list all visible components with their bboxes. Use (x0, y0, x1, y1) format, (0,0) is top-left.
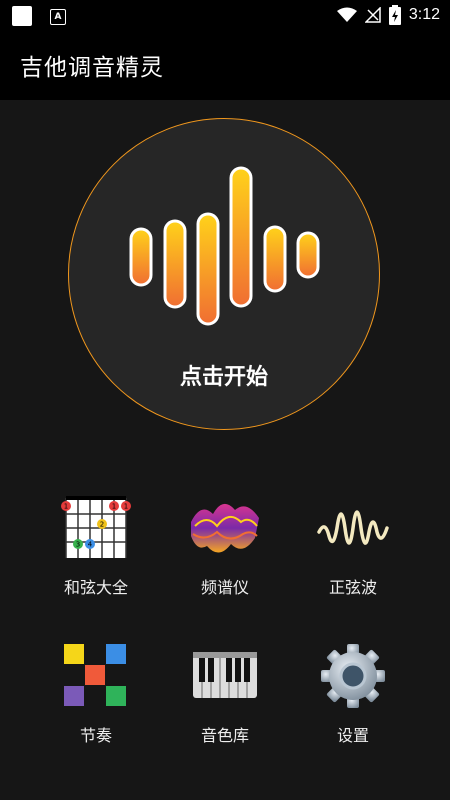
signal-icon (364, 7, 381, 23)
chord-dot-label: 1 (64, 503, 68, 511)
rhythm-icon (60, 640, 132, 712)
chords-button[interactable]: 1 2 3 4 1 1 和弦大全 (21, 492, 171, 598)
start-button[interactable]: 点击开始 (68, 118, 380, 430)
sine-wave-icon (317, 492, 389, 564)
sine-wave-label: 正弦波 (328, 578, 377, 597)
settings-label: 设置 (336, 726, 369, 745)
spectrum-icon (189, 492, 261, 564)
app-bar: 吉他调音精灵 (0, 32, 450, 100)
chord-dot-label: 1 (112, 503, 116, 511)
chord-dot-label: 1 (124, 503, 128, 511)
rhythm-label: 节奏 (79, 726, 112, 745)
chord-dot-label: 4 (88, 541, 93, 549)
status-bar: A 3:12 (0, 0, 450, 32)
settings-button[interactable]: 设置 (278, 640, 428, 746)
notification-icon (12, 6, 32, 26)
wifi-icon (336, 7, 357, 22)
chord-dot-label: 2 (100, 521, 104, 529)
chord-dot-label: 3 (76, 541, 80, 549)
battery-icon (388, 5, 401, 25)
piano-icon (189, 640, 261, 712)
app-notification-icon: A (50, 9, 66, 25)
clock: 3:12 (408, 6, 440, 23)
gear-icon (317, 640, 389, 712)
app-title: 吉他调音精灵 (20, 55, 164, 81)
chords-label: 和弦大全 (63, 578, 128, 597)
rhythm-button[interactable]: 节奏 (21, 640, 171, 746)
start-label: 点击开始 (179, 365, 268, 390)
sine-wave-button[interactable]: 正弦波 (278, 492, 428, 598)
chord-chart-icon: 1 2 3 4 1 1 (60, 492, 132, 564)
